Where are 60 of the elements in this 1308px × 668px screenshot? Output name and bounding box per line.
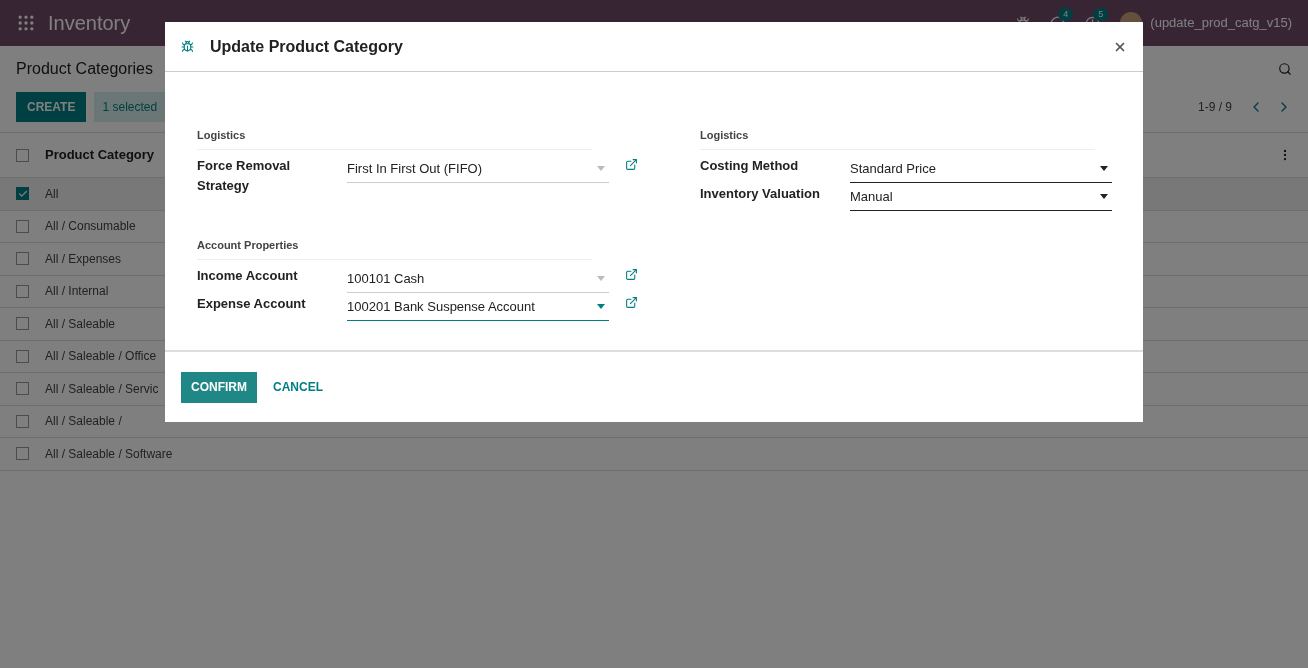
checkbox[interactable] xyxy=(16,219,29,233)
caret-icon xyxy=(597,166,605,172)
checkbox[interactable] xyxy=(16,382,29,396)
caret-icon xyxy=(597,276,605,282)
field[interactable]: 100101 Cash xyxy=(347,266,609,293)
dialog-title: Update Product Category xyxy=(210,36,403,57)
field-label: Force Removal Strategy xyxy=(197,157,292,195)
confirm-button[interactable]: CONFIRM xyxy=(181,371,257,403)
field-label: Inventory Valuation xyxy=(700,185,821,203)
caret-icon xyxy=(1100,166,1108,172)
checkbox[interactable] xyxy=(16,252,29,266)
section-heading: Account Properties xyxy=(197,239,299,251)
app-name[interactable]: Inventory xyxy=(48,8,131,38)
field-value: Manual xyxy=(850,188,893,206)
field-label: Expense Account xyxy=(197,295,307,313)
checkbox[interactable] xyxy=(16,317,29,331)
checkbox[interactable] xyxy=(16,187,29,201)
field-value: First In First Out (FIFO) xyxy=(347,160,483,178)
category-name[interactable]: All / Internal xyxy=(45,282,109,301)
category-name[interactable]: All / Saleable / Software xyxy=(45,444,173,463)
external-link-icon[interactable] xyxy=(625,158,638,171)
category-name[interactable]: All xyxy=(45,184,59,203)
caret-icon xyxy=(1100,194,1108,200)
pager: 1-9 / 9 xyxy=(1197,99,1232,116)
external-link-icon[interactable] xyxy=(625,268,638,281)
category-name[interactable]: All / Saleable / Servic xyxy=(45,379,159,398)
caret-icon xyxy=(597,304,605,310)
message-count: 4 xyxy=(1058,7,1074,21)
apps-menu-icon[interactable] xyxy=(16,13,36,33)
cancel-button[interactable]: CANCEL xyxy=(261,371,335,403)
category-name[interactable]: All / Consumable xyxy=(45,217,136,236)
category-name[interactable]: All / Saleable / Office xyxy=(45,347,157,366)
activity-count: 5 xyxy=(1093,7,1109,21)
field[interactable]: 100201 Bank Suspense Account xyxy=(347,294,609,321)
field-label: Income Account xyxy=(197,267,299,285)
category-name[interactable]: All / Expenses xyxy=(45,249,122,268)
bug-icon xyxy=(181,40,194,53)
field[interactable]: Standard Price xyxy=(850,156,1112,183)
section-heading: Logistics xyxy=(197,129,246,141)
field[interactable]: Manual xyxy=(850,184,1112,211)
checkbox[interactable] xyxy=(16,284,29,298)
section-heading: Logistics xyxy=(700,129,749,141)
field-value: Standard Price xyxy=(850,160,936,178)
checkbox[interactable] xyxy=(16,414,29,428)
page-title: Product Categories xyxy=(16,59,153,79)
field[interactable]: First In First Out (FIFO) xyxy=(347,156,609,183)
create-button[interactable]: CREATE xyxy=(16,92,87,122)
field-value: 100101 Cash xyxy=(347,270,425,288)
field-label: Costing Method xyxy=(700,157,800,175)
field-value: 100201 Bank Suspense Account xyxy=(347,298,535,316)
category-name[interactable]: All / Saleable xyxy=(45,314,116,333)
selection-count: 1 selected xyxy=(94,92,166,122)
external-link-icon[interactable] xyxy=(625,296,638,309)
column-header[interactable]: Product Category xyxy=(45,145,155,165)
checkbox[interactable] xyxy=(16,349,29,363)
checkbox[interactable] xyxy=(16,148,29,162)
user-name[interactable]: (update_prod_catg_v15) xyxy=(1150,13,1292,33)
checkbox[interactable] xyxy=(16,447,29,461)
category-name[interactable]: All / Saleable / xyxy=(45,412,122,431)
search-icon[interactable] xyxy=(1278,62,1292,76)
